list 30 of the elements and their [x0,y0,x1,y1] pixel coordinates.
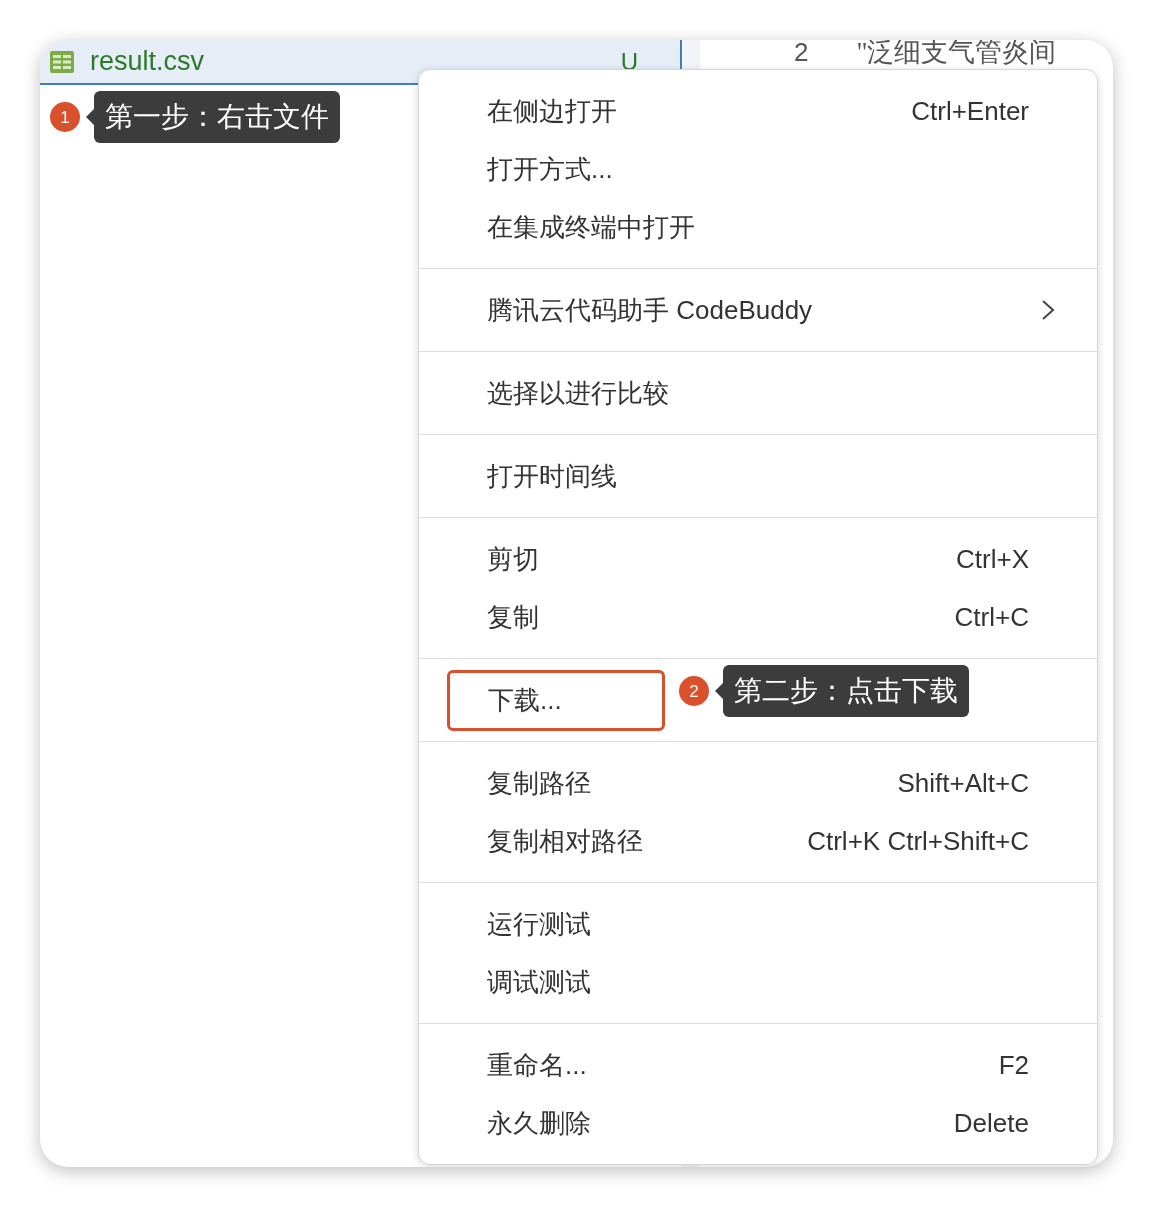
menu-item[interactable]: 选择以进行比较 [419,364,1097,422]
shortcut-label: Shift+Alt+C [897,766,1029,800]
menu-item[interactable]: 复制相对路径 Ctrl+K Ctrl+Shift+C [419,812,1097,870]
table-icon [50,50,74,73]
menu-item[interactable]: 打开时间线 [419,447,1097,505]
shortcut-label: Delete [953,1106,1029,1140]
chevron-right-icon [1041,299,1055,321]
menu-item[interactable]: 剪切 Ctrl+X [419,530,1097,588]
step-number-badge: 2 [679,676,709,706]
menu-item[interactable]: 在集成终端中打开 [419,198,1097,256]
menu-item[interactable]: 腾讯云代码助手 CodeBuddy [419,281,1097,339]
step-number-badge: 1 [50,102,80,132]
menu-item[interactable]: 在侧边打开 Ctrl+Enter [419,82,1097,140]
shortcut-label: Ctrl+Enter [911,94,1029,128]
menu-item[interactable]: 下载... [447,669,665,731]
menu-item[interactable]: 复制路径 Shift+Alt+C [419,754,1097,812]
menu-item[interactable]: 打开方式... [419,140,1097,198]
shortcut-label: Ctrl+C [954,600,1029,634]
annotation-tooltip: 第一步：右击文件 [94,91,340,143]
shortcut-label: Ctrl+X [956,542,1029,576]
menu-item[interactable]: 永久删除 Delete [419,1094,1097,1152]
shortcut-label: Ctrl+K Ctrl+Shift+C [807,824,1029,858]
file-name: result.csv [90,48,205,75]
line-number: 2 [794,40,809,64]
menu-item[interactable]: 重命名... F2 [419,1036,1097,1094]
menu-item[interactable]: 复制 Ctrl+C [419,588,1097,646]
annotation-tooltip: 第二步：点击下载 [723,665,969,717]
menu-item[interactable]: 运行测试 [419,895,1097,953]
shortcut-label: F2 [998,1048,1029,1082]
menu-item[interactable]: 调试测试 [419,953,1097,1011]
